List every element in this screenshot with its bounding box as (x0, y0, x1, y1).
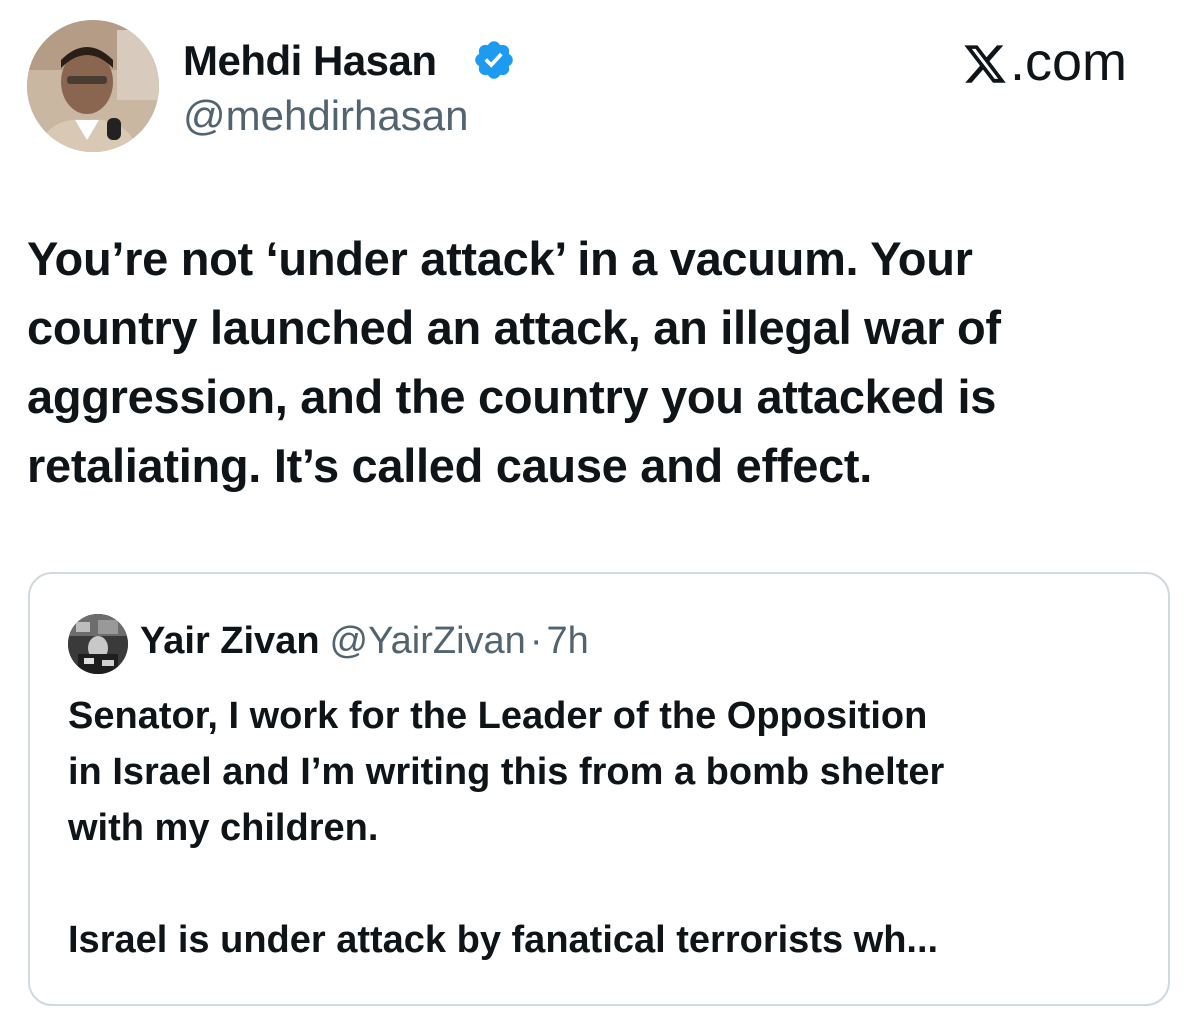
brand-domain-text: .com (1010, 32, 1128, 92)
quoted-author-avatar[interactable] (68, 614, 128, 674)
tweet-text-line: retaliating. It’s called cause and effec… (27, 439, 873, 492)
dot-separator: · (529, 620, 543, 662)
quoted-tweet-text-line: Senator, I work for the Leader of the Op… (68, 695, 928, 737)
x-logo-icon (962, 39, 1008, 85)
x-brand-mark: .com (962, 32, 1127, 92)
tweet-text-line: You’re not ‘under attack’ in a vacuum. Y… (27, 232, 973, 285)
tweet-text-line: aggression, and the country you attacked… (27, 370, 997, 423)
quoted-author-display-name[interactable]: Yair Zivan (140, 620, 320, 662)
tweet-text: You’re not ‘under attack’ in a vacuum. Y… (27, 224, 1177, 500)
author-display-name[interactable]: Mehdi Hasan (183, 36, 437, 86)
quoted-tweet-text: Senator, I work for the Leader of the Op… (68, 688, 1148, 968)
quoted-author-handle[interactable]: @YairZivan (330, 620, 526, 662)
quoted-tweet-timestamp[interactable]: 7h (546, 620, 588, 662)
quoted-tweet-text-line: with my children. (68, 807, 379, 849)
quoted-tweet-card[interactable]: Yair Zivan @YairZivan · 7h Senator, I work … (28, 572, 1170, 1006)
quoted-tweet-text-line (68, 856, 1148, 912)
author-handle[interactable]: @mehdirhasan (183, 91, 468, 141)
author-avatar[interactable] (27, 20, 159, 152)
quoted-tweet-header: Yair Zivan @YairZivan · 7h (140, 618, 589, 664)
verified-badge-icon (472, 38, 516, 82)
tweet-text-line: country launched an attack, an illegal w… (27, 301, 1001, 354)
quoted-tweet-text-line: in Israel and I’m writing this from a bo… (68, 751, 945, 793)
quoted-tweet-text-line: Israel is under attack by fanatical terr… (68, 919, 939, 961)
